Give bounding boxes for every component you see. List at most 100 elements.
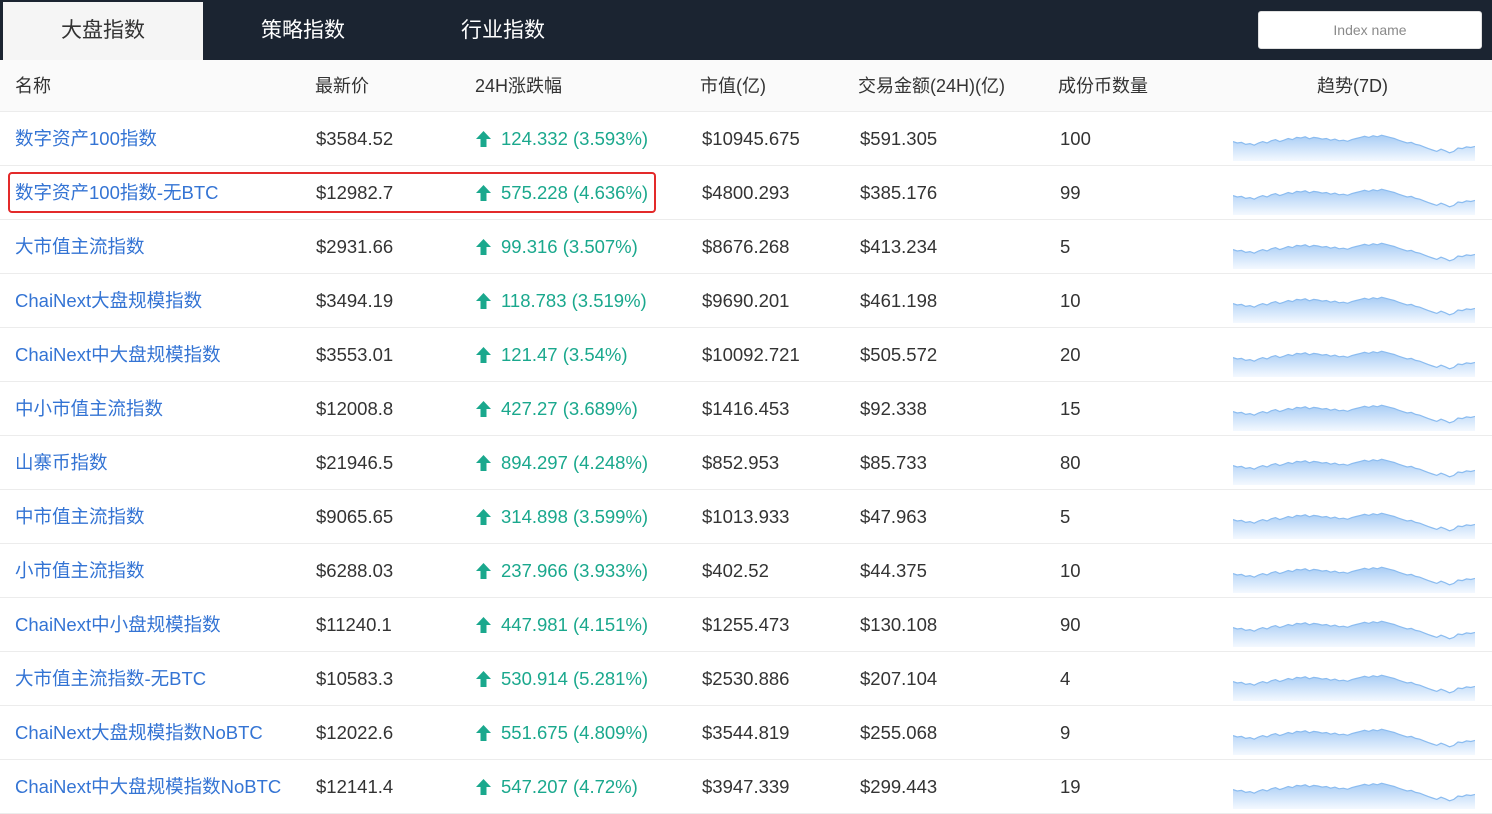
- change-24h: 427.27 (3.689%): [476, 382, 638, 436]
- component-count: 20: [1060, 344, 1081, 365]
- market-cap: $852.953: [702, 452, 780, 473]
- arrow-up-icon: [476, 239, 491, 255]
- latest-price: $11240.1: [316, 614, 392, 635]
- change-24h: 575.228 (4.636%): [476, 166, 648, 220]
- index-name-link[interactable]: 大市值主流指数-无BTC: [15, 652, 206, 706]
- trend-sparkline: [1233, 620, 1475, 647]
- table-row[interactable]: ChaiNext中大盘规模指数 $3553.01 121.47 (3.54%) $10…: [0, 328, 1492, 382]
- component-count: 100: [1060, 128, 1091, 149]
- arrow-up-icon: [476, 509, 491, 525]
- index-name-link[interactable]: ChaiNext中大盘规模指数: [15, 328, 221, 382]
- column-header-name[interactable]: 名称: [15, 60, 51, 112]
- change-value: 237.966 (3.933%): [501, 560, 649, 581]
- index-name-link[interactable]: 小市值主流指数: [15, 544, 145, 598]
- index-list-page: 大盘指数 策略指数 行业指数 名称 最新价 24H涨跌幅 市值(亿) 交易金额(…: [0, 0, 1492, 814]
- column-header-volume[interactable]: 交易金额(24H)(亿): [858, 60, 1005, 112]
- latest-price: $2931.66: [316, 236, 394, 257]
- market-cap: $10945.675: [702, 128, 800, 149]
- trade-volume: $130.108: [860, 614, 938, 635]
- trade-volume: $44.375: [860, 560, 927, 581]
- trade-volume: $413.234: [860, 236, 938, 257]
- column-header-price[interactable]: 最新价: [315, 60, 369, 112]
- trend-sparkline: [1233, 728, 1475, 755]
- change-24h: 547.207 (4.72%): [476, 760, 638, 814]
- market-cap: $8676.268: [702, 236, 790, 257]
- trend-sparkline: [1233, 782, 1475, 809]
- trend-sparkline: [1233, 134, 1475, 161]
- table-row[interactable]: ChaiNext中大盘规模指数NoBTC $12141.4 547.207 (4.7…: [0, 760, 1492, 814]
- trade-volume: $255.068: [860, 722, 938, 743]
- change-value: 551.675 (4.809%): [501, 722, 649, 743]
- change-value: 121.47 (3.54%): [501, 344, 628, 365]
- latest-price: $12141.4: [316, 776, 394, 797]
- index-name-link[interactable]: 中小市值主流指数: [15, 382, 163, 436]
- table-row[interactable]: 数字资产100指数 $3584.52 124.332 (3.593%) $10945.…: [0, 112, 1492, 166]
- market-cap: $402.52: [702, 560, 769, 581]
- change-value: 314.898 (3.599%): [501, 506, 649, 527]
- trade-volume: $85.733: [860, 452, 927, 473]
- latest-price: $3553.01: [316, 344, 394, 365]
- index-name-link[interactable]: ChaiNext大盘规模指数: [15, 274, 202, 328]
- trend-sparkline: [1233, 458, 1475, 485]
- latest-price: $3494.19: [316, 290, 394, 311]
- trade-volume: $207.104: [860, 668, 938, 689]
- trade-volume: $92.338: [860, 398, 927, 419]
- table-row[interactable]: 山寨币指数 $21946.5 894.297 (4.248%) $852.953 $85…: [0, 436, 1492, 490]
- tab-strategy-index[interactable]: 策略指数: [203, 2, 403, 60]
- column-header-change[interactable]: 24H涨跌幅: [475, 60, 562, 112]
- component-count: 10: [1060, 290, 1081, 311]
- trend-sparkline: [1233, 350, 1475, 377]
- trend-sparkline: [1233, 512, 1475, 539]
- trend-sparkline: [1233, 404, 1475, 431]
- index-name-link[interactable]: ChaiNext中小盘规模指数: [15, 598, 221, 652]
- latest-price: $21946.5: [316, 452, 394, 473]
- change-value: 575.228 (4.636%): [501, 182, 649, 203]
- table-row[interactable]: 大市值主流指数 $2931.66 99.316 (3.507%) $8676.268 $…: [0, 220, 1492, 274]
- index-name-link[interactable]: ChaiNext大盘规模指数NoBTC: [15, 706, 263, 760]
- table-row[interactable]: 数字资产100指数-无BTC $12982.7 575.228 (4.636%) $4…: [0, 166, 1492, 220]
- index-name-link[interactable]: 山寨币指数: [15, 436, 108, 490]
- tab-market-index[interactable]: 大盘指数: [3, 2, 203, 60]
- change-24h: 124.332 (3.593%): [476, 112, 648, 166]
- column-header-market-cap[interactable]: 市值(亿): [700, 60, 766, 112]
- market-cap: $10092.721: [702, 344, 800, 365]
- market-cap: $9690.201: [702, 290, 790, 311]
- index-name-link[interactable]: 中市值主流指数: [15, 490, 145, 544]
- latest-price: $9065.65: [316, 506, 394, 527]
- table-row[interactable]: ChaiNext大盘规模指数 $3494.19 118.783 (3.519%) $9…: [0, 274, 1492, 328]
- component-count: 99: [1060, 182, 1081, 203]
- trade-volume: $505.572: [860, 344, 938, 365]
- table-row[interactable]: 小市值主流指数 $6288.03 237.966 (3.933%) $402.52 $4…: [0, 544, 1492, 598]
- market-cap: $1013.933: [702, 506, 790, 527]
- table-row[interactable]: ChaiNext大盘规模指数NoBTC $12022.6 551.675 (4.80…: [0, 706, 1492, 760]
- index-name-link[interactable]: 大市值主流指数: [15, 220, 145, 274]
- column-header-components[interactable]: 成份币数量: [1058, 60, 1148, 112]
- table-header: 名称 最新价 24H涨跌幅 市值(亿) 交易金额(24H)(亿) 成份币数量 趋…: [0, 60, 1492, 112]
- market-cap: $3947.339: [702, 776, 790, 797]
- table-row[interactable]: 大市值主流指数-无BTC $10583.3 530.914 (5.281%) $253…: [0, 652, 1492, 706]
- index-search-input[interactable]: [1258, 11, 1482, 49]
- index-name-link[interactable]: ChaiNext中大盘规模指数NoBTC: [15, 760, 281, 814]
- index-table-body: 数字资产100指数 $3584.52 124.332 (3.593%) $10945.…: [0, 112, 1492, 814]
- change-24h: 121.47 (3.54%): [476, 328, 628, 382]
- arrow-up-icon: [476, 671, 491, 687]
- market-cap: $1416.453: [702, 398, 790, 419]
- tab-industry-index[interactable]: 行业指数: [403, 2, 603, 60]
- arrow-up-icon: [476, 185, 491, 201]
- latest-price: $12982.7: [316, 182, 394, 203]
- latest-price: $6288.03: [316, 560, 394, 581]
- change-24h: 237.966 (3.933%): [476, 544, 648, 598]
- table-row[interactable]: 中小市值主流指数 $12008.8 427.27 (3.689%) $1416.453…: [0, 382, 1492, 436]
- change-24h: 314.898 (3.599%): [476, 490, 648, 544]
- table-row[interactable]: 中市值主流指数 $9065.65 314.898 (3.599%) $1013.933…: [0, 490, 1492, 544]
- trend-sparkline: [1233, 566, 1475, 593]
- component-count: 9: [1060, 722, 1071, 743]
- index-name-link[interactable]: 数字资产100指数: [15, 112, 157, 166]
- change-24h: 447.981 (4.151%): [476, 598, 648, 652]
- change-value: 124.332 (3.593%): [501, 128, 649, 149]
- trade-volume: $385.176: [860, 182, 938, 203]
- index-name-link[interactable]: 数字资产100指数-无BTC: [15, 166, 219, 220]
- component-count: 80: [1060, 452, 1081, 473]
- table-row[interactable]: ChaiNext中小盘规模指数 $11240.1 447.981 (4.151%) $…: [0, 598, 1492, 652]
- market-cap: $2530.886: [702, 668, 790, 689]
